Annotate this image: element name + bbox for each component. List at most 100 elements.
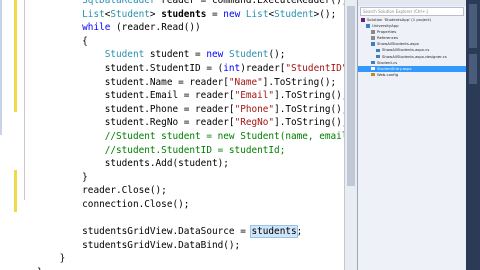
cs-file-icon — [376, 54, 380, 59]
solution-tree: Solution 'StudentsApp' (1 project) Univer… — [358, 17, 466, 78]
code-token: //Student student = new Student(name, em… — [104, 130, 344, 142]
code-token: { — [37, 35, 88, 47]
code-token: SqlDataReader — [82, 0, 156, 6]
code-token: "Phone" — [234, 103, 275, 115]
scrollbar-thumb[interactable] — [347, 6, 355, 186]
code-token: List — [82, 8, 105, 20]
code-token: Student — [104, 49, 145, 61]
code-line[interactable]: SqlDataReader reader = command.ExecuteRe… — [37, 0, 344, 8]
code-line[interactable]: } — [37, 252, 344, 266]
code-token: studentsGridView.DataSource = — [37, 226, 252, 238]
code-line[interactable]: student.Name = reader["Name"].ToString()… — [37, 76, 344, 90]
code-token: (reader.Read()) — [110, 22, 201, 34]
right-tool-rail — [466, 0, 480, 270]
code-line[interactable] — [37, 212, 344, 226]
code-editor[interactable]: SqlDataReader reader = command.ExecuteRe… — [10, 0, 344, 270]
code-line[interactable]: //student.StudentID = studentId; — [37, 144, 344, 158]
tool-window-tab[interactable] — [469, 54, 477, 84]
code-token: List — [245, 8, 269, 20]
code-token: reader = command.ExecuteReader(); — [155, 0, 344, 6]
code-line[interactable]: student.StudentID = (int)reader["Student… — [37, 62, 344, 76]
code-token: student.Name = reader[ — [37, 76, 229, 88]
solution-explorer-search-input[interactable]: Search Solution Explorer (Ctrl+;) — [360, 7, 464, 16]
solution-tree-item-label: References — [377, 35, 399, 41]
solution-tree-item-label: Solution 'StudentsApp' (1 project) — [367, 17, 432, 22]
code-token: >(); — [313, 8, 337, 20]
solution-tree-item-label: Web.config — [377, 71, 399, 77]
solution-tree-item-label: Properties — [377, 29, 397, 35]
code-line[interactable]: students.Add(student); — [37, 157, 344, 171]
code-token: ].ToString(); — [274, 90, 344, 102]
code-token: Student — [274, 8, 314, 20]
code-token: connection.Close(); — [37, 198, 190, 210]
code-token: "RegNo" — [234, 117, 275, 129]
code-token: ].ToString(); — [274, 103, 344, 115]
code-line[interactable]: reader.Close(); — [37, 184, 344, 198]
code-token: Student — [110, 8, 150, 20]
editor-vertical-scrollbar[interactable] — [344, 0, 357, 270]
code-token: (); — [268, 49, 286, 61]
code-token: } — [37, 171, 88, 183]
code-token: students.Add(student); — [37, 158, 229, 170]
code-token: new — [223, 8, 241, 20]
code-line[interactable]: Student student = new Student(); — [37, 48, 344, 62]
code-line[interactable]: studentsGridView.DataBind(); — [37, 239, 344, 253]
code-token: reader.Close(); — [37, 185, 167, 197]
solution-explorer-toolbar[interactable] — [358, 0, 466, 6]
cs-file-icon — [376, 48, 380, 52]
change-marker — [14, 0, 17, 112]
code-token: while — [82, 22, 111, 34]
references-icon — [371, 36, 375, 40]
code-token: ].ToString(); — [262, 76, 337, 88]
code-line[interactable]: student.RegNo = reader["RegNo"].ToString… — [37, 116, 344, 130]
tool-window-tab[interactable] — [469, 4, 477, 48]
code-token: = — [206, 8, 224, 20]
solution-tree-item[interactable]: Web.config — [358, 72, 466, 78]
code-outline-guide — [24, 0, 25, 200]
code-token: )reader[ — [240, 62, 286, 74]
highlighted-symbol: students — [250, 225, 298, 239]
change-marker — [14, 170, 17, 212]
code-line[interactable]: studentsGridView.DataSource = students; — [37, 225, 344, 239]
code-line[interactable]: } — [37, 171, 344, 185]
code-token: studentsGridView.DataBind(); — [37, 239, 241, 251]
code-token: //student.StudentID = studentId; — [104, 144, 286, 156]
solution-tree-item-label: StudentEntry.aspx — [377, 65, 412, 71]
code-line[interactable]: student.Email = reader["Email"].ToString… — [37, 89, 344, 103]
code-line[interactable]: } — [37, 266, 344, 270]
code-token: ; — [296, 226, 303, 238]
code-text[interactable]: SqlDataReader reader = command.ExecuteRe… — [37, 0, 344, 270]
code-token: new — [206, 49, 224, 61]
code-token: students — [161, 8, 207, 20]
code-token: } — [37, 253, 66, 265]
code-token: student.Phone = reader[ — [37, 103, 235, 115]
solution-tree-item-label: ShowAllStudents.aspx.designer.cs — [382, 53, 447, 59]
code-token: > — [149, 8, 162, 20]
wrench-icon — [371, 30, 375, 34]
code-line[interactable]: student.Phone = reader["Phone"].ToString… — [37, 103, 344, 117]
code-line[interactable]: connection.Close(); — [37, 198, 344, 212]
code-line[interactable]: //Student student = new Student(name, em… — [37, 130, 344, 144]
code-token: "Email" — [234, 90, 275, 102]
config-file-icon — [371, 72, 375, 77]
outline-collapse-bar[interactable] — [0, 0, 2, 135]
cs-file-icon — [371, 60, 375, 65]
code-token: student = — [144, 49, 207, 61]
code-line[interactable]: while (reader.Read()) — [37, 21, 344, 35]
solution-explorer-panel: Search Solution Explorer (Ctrl+;) Soluti… — [357, 0, 466, 270]
solution-tree-item-label: ShowAllStudents.aspx — [377, 41, 420, 47]
code-line[interactable]: { — [37, 35, 344, 49]
code-line[interactable]: List<Student> students = new List<Studen… — [37, 8, 344, 22]
code-token: "Name" — [228, 76, 263, 88]
code-token: "StudentID" — [285, 62, 344, 74]
solution-tree-item-label: ShowAllStudents.aspx.cs — [382, 47, 430, 53]
code-token: ].ToString(); — [274, 117, 344, 129]
code-token: Student — [228, 49, 269, 61]
code-token: student.Email = reader[ — [37, 90, 235, 102]
solution-tree-item-label: UniversityApp — [372, 23, 399, 29]
